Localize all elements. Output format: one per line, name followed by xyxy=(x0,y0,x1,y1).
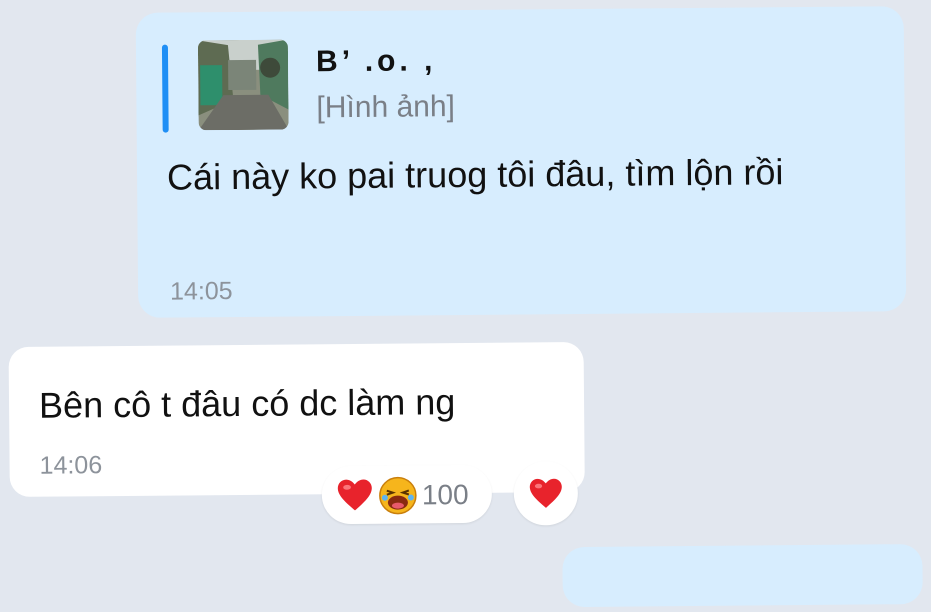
laughing-face-icon xyxy=(378,475,418,520)
outgoing-message-time: 14:05 xyxy=(169,277,233,306)
incoming-message-text: Bên cô t đâu có dc làm ng xyxy=(38,381,456,426)
reaction-count: 100 xyxy=(421,478,469,511)
reaction-summary[interactable]: 100 xyxy=(321,464,493,525)
quote-sender-name: B’ .o. , xyxy=(315,44,437,79)
chat-area[interactable]: B’ .o. , [Hình ảnh] Cái này ko pai truog… xyxy=(0,0,931,608)
quote-bar xyxy=(161,44,169,133)
quote-type-label: [Hình ảnh] xyxy=(316,90,456,125)
heart-icon xyxy=(528,477,564,514)
next-message-bubble[interactable] xyxy=(562,544,923,608)
incoming-message-bubble[interactable]: Bên cô t đâu có dc làm ng 14:06 xyxy=(8,341,585,497)
outgoing-message-bubble[interactable]: B’ .o. , [Hình ảnh] Cái này ko pai truog… xyxy=(135,6,907,318)
outgoing-message-text: Cái này ko pai truog tôi đâu, tìm lộn rồ… xyxy=(166,151,784,198)
heart-icon xyxy=(336,478,374,517)
incoming-message-time: 14:06 xyxy=(39,451,103,480)
quoted-image-thumbnail[interactable] xyxy=(197,39,289,131)
add-reaction-button[interactable] xyxy=(513,461,579,526)
